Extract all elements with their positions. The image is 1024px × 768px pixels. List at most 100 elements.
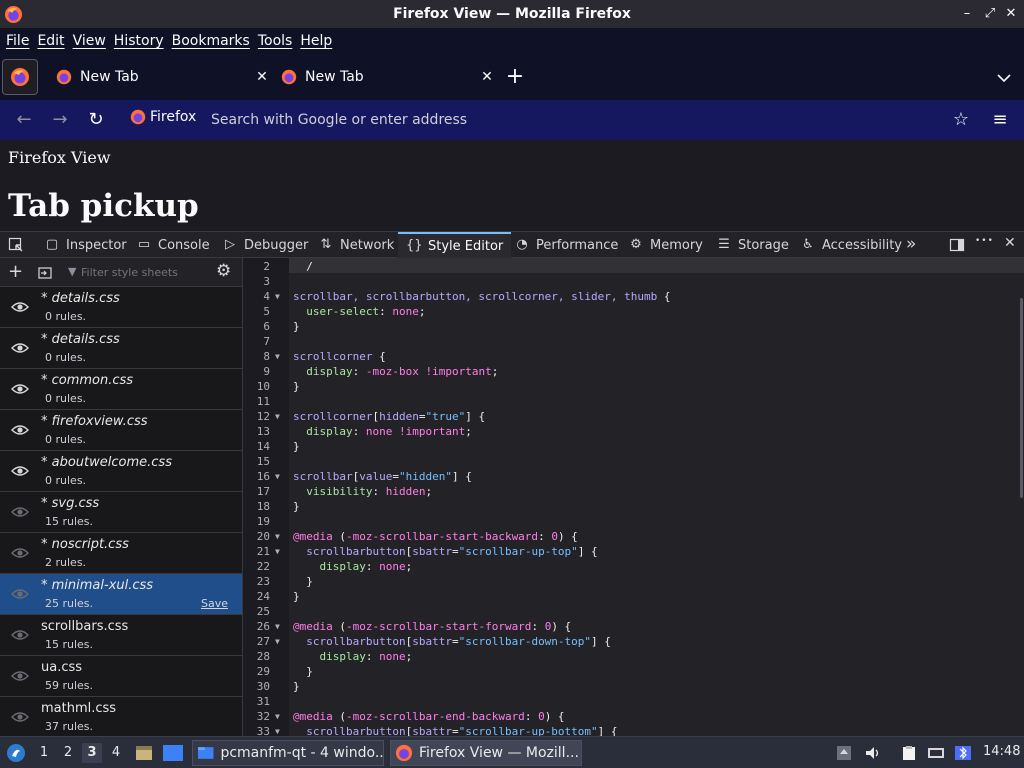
fold-toggle-icon[interactable]: ▼	[275, 547, 283, 556]
stylesheet-item[interactable]: mathml.css 37 rules.	[0, 697, 242, 736]
network-tray-icon[interactable]	[927, 745, 945, 761]
maximize-button[interactable]: ⤢	[981, 4, 999, 24]
fold-toggle-icon[interactable]: ▼	[275, 622, 283, 631]
stylesheet-item[interactable]: scrollbars.css 15 rules.	[0, 615, 242, 656]
menu-tools[interactable]: Tools	[254, 29, 297, 54]
tab-memory[interactable]: ⚙ Memory	[624, 232, 707, 258]
tab-console[interactable]: ▭ Console	[132, 232, 214, 258]
line-number: 32	[256, 710, 270, 723]
stylesheet-item[interactable]: * details.css 0 rules.	[0, 287, 242, 328]
page-breadcrumb: Firefox View	[8, 148, 111, 167]
new-stylesheet-icon[interactable]: +	[8, 261, 23, 282]
menu-history[interactable]: History	[110, 29, 168, 54]
tab-new-tab-1[interactable]: New Tab ✕	[52, 62, 270, 92]
clipboard-icon[interactable]	[900, 745, 918, 761]
stylesheet-item[interactable]: ua.css 59 rules.	[0, 656, 242, 697]
app-menu-button[interactable]: ≡	[988, 108, 1012, 132]
eye-icon[interactable]	[11, 669, 29, 683]
tab-style-editor[interactable]: {} Style Editor	[398, 232, 512, 258]
stylesheet-rule-count: 25 rules.	[45, 597, 94, 610]
volume-icon[interactable]	[864, 745, 882, 761]
eye-icon[interactable]	[11, 464, 29, 478]
eye-icon[interactable]	[11, 710, 29, 724]
tab-accessibility[interactable]: ♿ Accessibility	[796, 232, 906, 258]
stylesheet-item[interactable]: * details.css 0 rules.	[0, 328, 242, 369]
workspace-3[interactable]: 3	[82, 743, 102, 763]
fold-toggle-icon[interactable]: ▼	[275, 412, 283, 421]
eye-icon[interactable]	[11, 423, 29, 437]
tab-performance[interactable]: ◔ Performance	[510, 232, 622, 258]
close-devtools-icon[interactable]: ✕	[1004, 235, 1016, 251]
file-manager-icon[interactable]	[134, 743, 154, 763]
chevron-down-icon[interactable]	[994, 68, 1014, 88]
tab-inspector[interactable]: ▢ Inspector	[40, 232, 131, 258]
show-desktop-icon[interactable]	[162, 743, 184, 763]
devtools-menu-icon[interactable]: •••	[975, 236, 994, 246]
bluetooth-icon[interactable]	[954, 745, 972, 761]
fold-toggle-icon[interactable]: ▼	[275, 532, 283, 541]
stylesheet-item[interactable]: * minimal-xul.css 25 rules. Save	[0, 574, 242, 615]
import-stylesheet-icon[interactable]	[37, 265, 53, 281]
style-editor-pane[interactable]: 2 / 3 4 ▼ scrollbar, scrollbarbutton, scroll…	[243, 258, 1024, 736]
bookmark-star-icon[interactable]: ☆	[949, 108, 973, 132]
close-window-button[interactable]: ✕	[1002, 4, 1020, 24]
fold-toggle-icon[interactable]: ▼	[275, 637, 283, 646]
firefox-view-button[interactable]	[2, 59, 38, 95]
line-number: 17	[256, 485, 270, 498]
close-tab-icon[interactable]: ✕	[479, 69, 495, 85]
menu-bookmarks[interactable]: Bookmarks	[168, 29, 254, 54]
new-tab-button[interactable]: +	[504, 66, 526, 88]
editor-scrollbar[interactable]	[1020, 298, 1023, 498]
eye-icon[interactable]	[11, 341, 29, 355]
url-input[interactable]	[211, 110, 811, 130]
stylesheet-item[interactable]: * noscript.css 2 rules.	[0, 533, 242, 574]
code-line: display: none;	[319, 650, 413, 663]
menu-file[interactable]: File	[2, 29, 33, 54]
eye-icon[interactable]	[11, 300, 29, 314]
tab-network[interactable]: ⇅ Network	[314, 232, 398, 258]
more-tools-icon[interactable]: »	[906, 234, 916, 254]
eye-icon[interactable]	[11, 628, 29, 642]
eye-icon[interactable]	[11, 587, 29, 601]
code-line: }	[293, 590, 300, 603]
start-menu-icon[interactable]	[6, 743, 26, 763]
upload-icon[interactable]	[835, 745, 853, 761]
minimize-button[interactable]: –	[958, 4, 976, 24]
menu-view[interactable]: View	[69, 29, 110, 54]
eye-icon[interactable]	[11, 505, 29, 519]
gear-icon[interactable]: ⚙	[216, 261, 231, 281]
filter-stylesheets-input[interactable]	[81, 263, 206, 281]
element-picker-icon[interactable]	[8, 237, 24, 253]
line-number: 27	[256, 635, 270, 648]
stylesheet-item[interactable]: * svg.css 15 rules.	[0, 492, 242, 533]
forward-button[interactable]: →	[48, 108, 72, 132]
back-button[interactable]: ←	[12, 108, 36, 132]
tab-debugger[interactable]: ▷ Debugger	[218, 232, 312, 258]
workspace-1[interactable]: 1	[34, 743, 54, 763]
stylesheet-item[interactable]: * aboutwelcome.css 0 rules.	[0, 451, 242, 492]
menu-help[interactable]: Help	[296, 29, 336, 54]
line-number: 8	[263, 350, 270, 363]
tab-new-tab-2[interactable]: New Tab ✕	[277, 62, 495, 92]
identity-box[interactable]: Firefox	[130, 109, 196, 125]
stylesheet-item[interactable]: * common.css 0 rules.	[0, 369, 242, 410]
tab-storage[interactable]: ☰ Storage	[712, 232, 793, 258]
dock-side-icon[interactable]	[949, 237, 965, 253]
fold-toggle-icon[interactable]: ▼	[275, 472, 283, 481]
line-number: 13	[256, 425, 270, 438]
eye-icon[interactable]	[11, 546, 29, 560]
reload-button[interactable]: ↻	[84, 108, 108, 132]
workspace-4[interactable]: 4	[106, 743, 126, 763]
fold-toggle-icon[interactable]: ▼	[275, 727, 283, 736]
menu-edit[interactable]: Edit	[33, 29, 68, 54]
fold-toggle-icon[interactable]: ▼	[275, 292, 283, 301]
workspace-2[interactable]: 2	[58, 743, 78, 763]
task-firefox[interactable]: Firefox View — Mozill...	[390, 740, 582, 766]
fold-toggle-icon[interactable]: ▼	[275, 352, 283, 361]
close-tab-icon[interactable]: ✕	[254, 69, 270, 85]
fold-toggle-icon[interactable]: ▼	[275, 712, 283, 721]
task-pcmanfm[interactable]: pcmanfm-qt - 4 windo...	[192, 740, 384, 766]
stylesheet-item[interactable]: * firefoxview.css 0 rules.	[0, 410, 242, 451]
eye-icon[interactable]	[11, 382, 29, 396]
save-stylesheet-link[interactable]: Save	[201, 597, 228, 610]
